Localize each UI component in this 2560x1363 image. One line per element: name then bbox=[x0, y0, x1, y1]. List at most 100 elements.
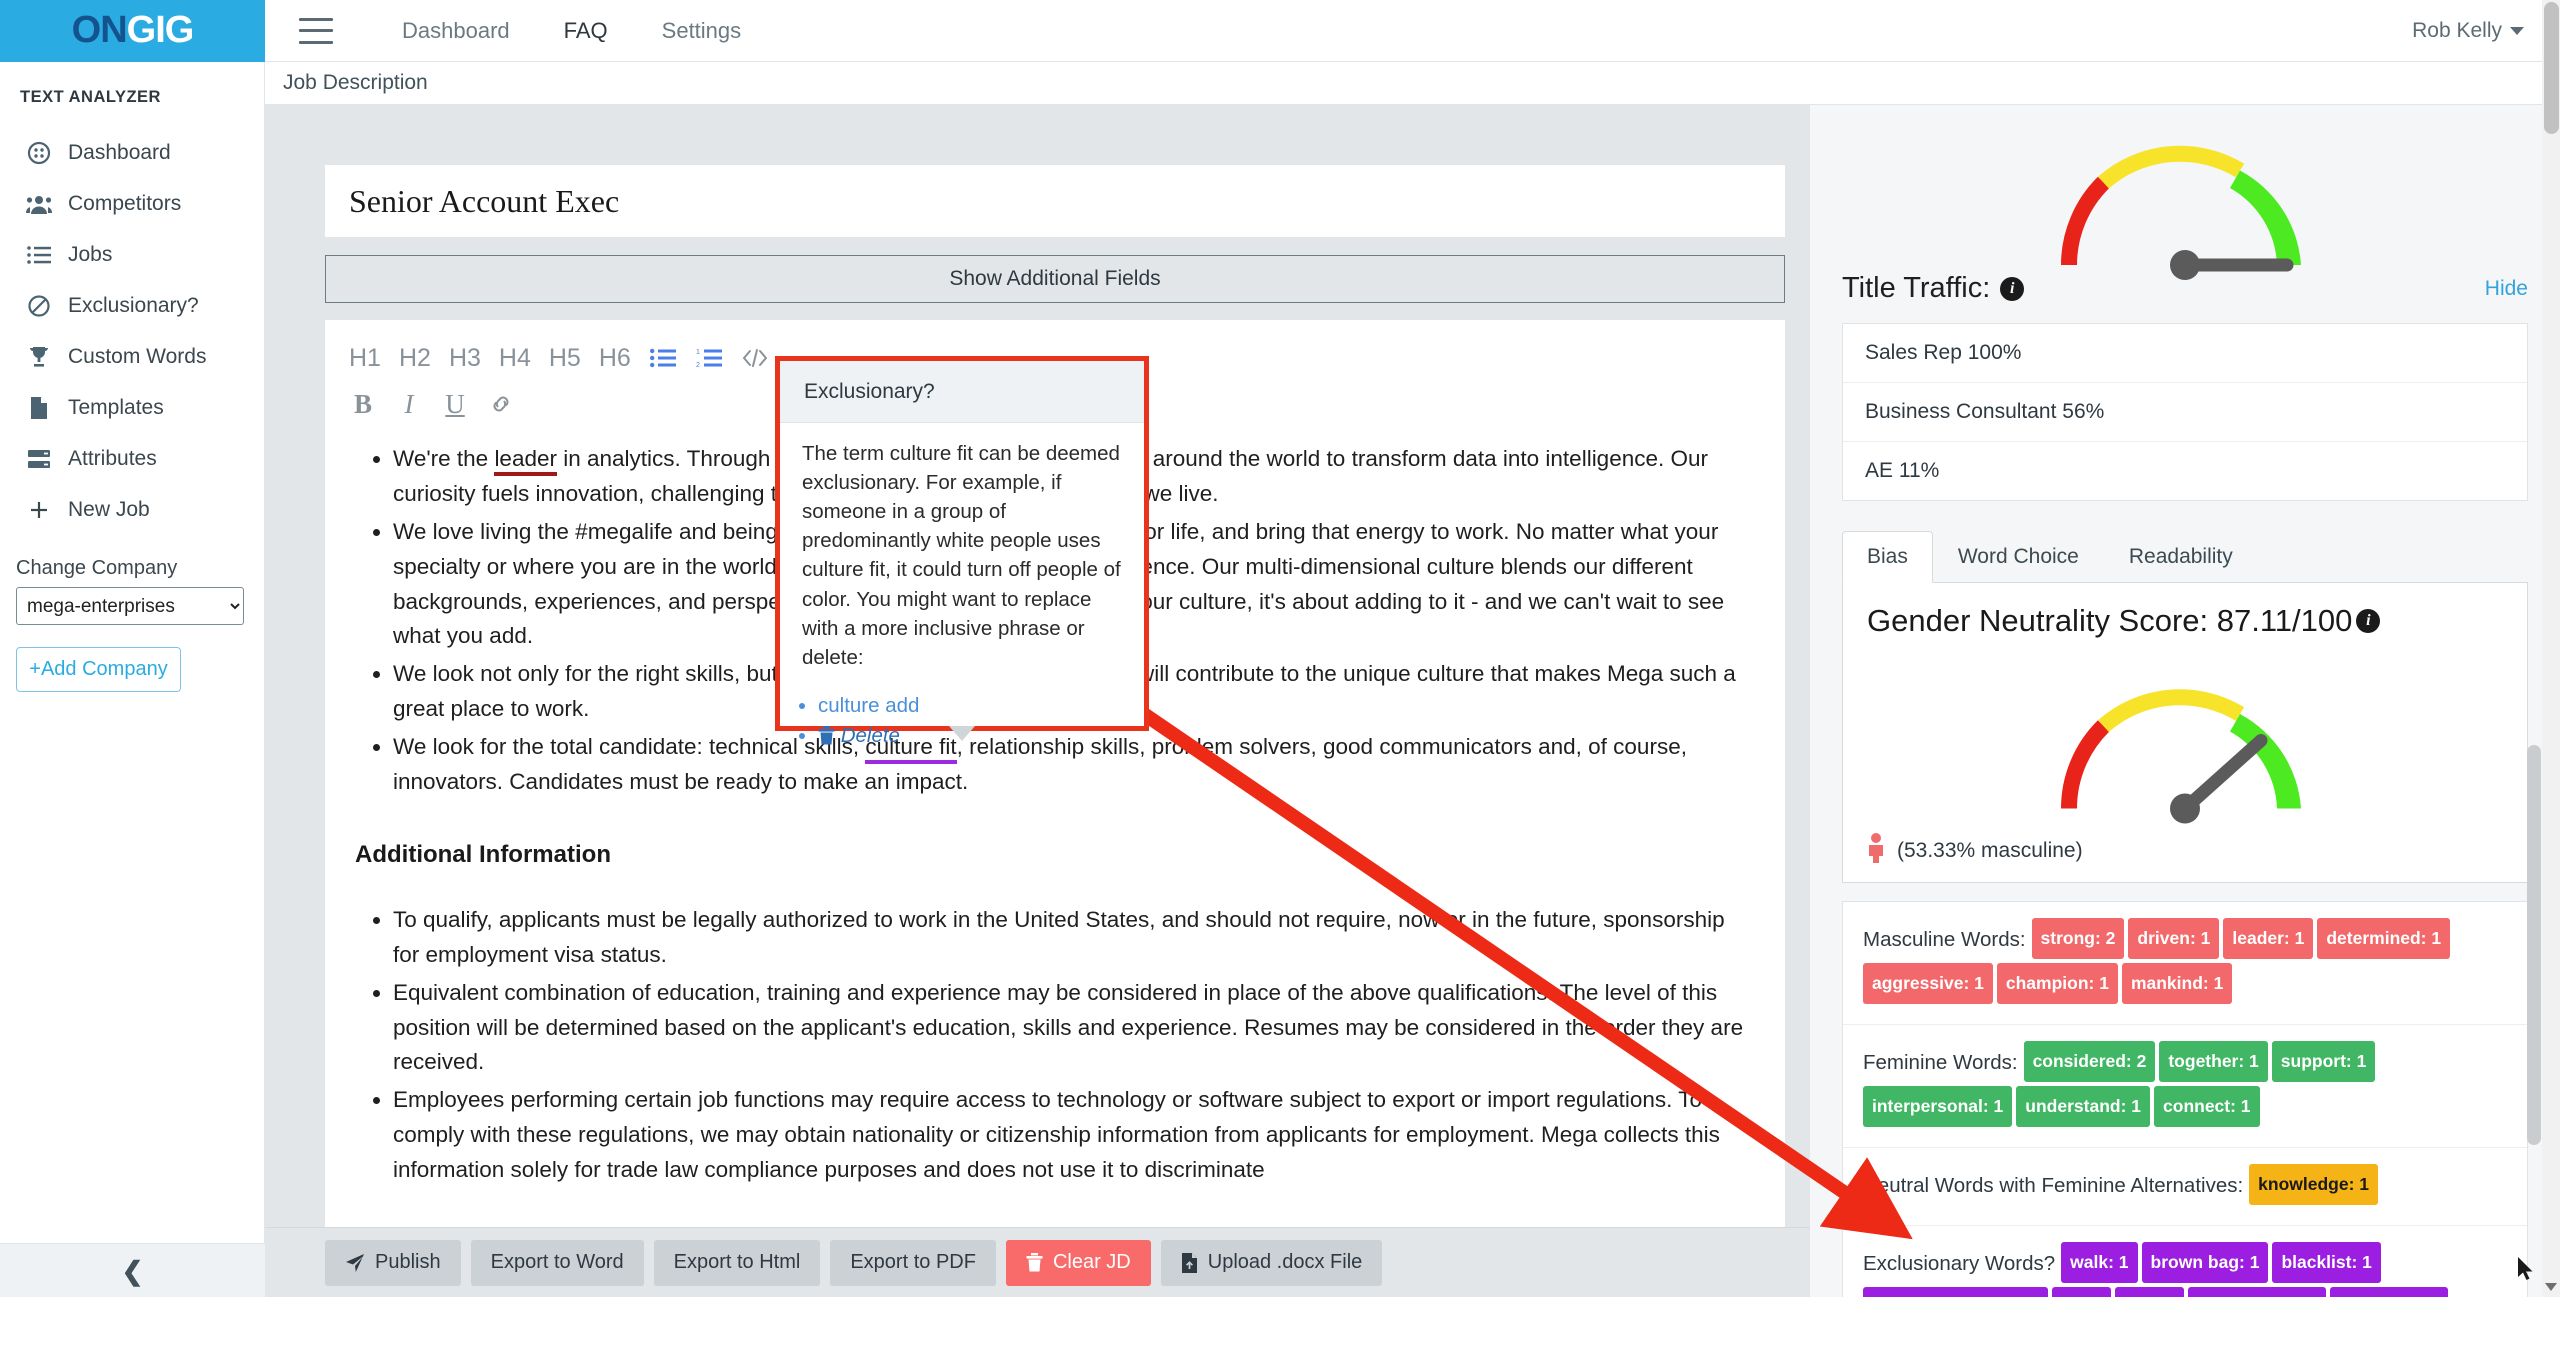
numbered-list-icon[interactable]: 12 bbox=[689, 338, 729, 378]
publish-label: Publish bbox=[375, 1251, 441, 1273]
page-scrollbar[interactable] bbox=[2542, 0, 2560, 1297]
show-additional-fields-button[interactable]: Show Additional Fields bbox=[325, 255, 1785, 303]
topnav-item-faq[interactable]: FAQ bbox=[537, 18, 635, 44]
word-chip[interactable]: considered: 2 bbox=[2023, 1041, 2156, 1082]
bullet-list-icon[interactable] bbox=[643, 338, 683, 378]
list-item[interactable]: AE 11% bbox=[1843, 442, 2527, 500]
word-chip[interactable]: from a top school: 1 bbox=[1863, 1287, 2049, 1297]
word-chip[interactable]: champion: 1 bbox=[1996, 963, 2118, 1004]
list-item: culture add bbox=[818, 694, 1144, 718]
trophy-icon bbox=[26, 344, 52, 370]
chevron-left-icon: ❮ bbox=[121, 1255, 144, 1286]
scroll-down-arrow-icon[interactable] bbox=[2545, 1283, 2557, 1291]
bold-icon[interactable]: B bbox=[343, 384, 383, 424]
info-icon[interactable]: i bbox=[2356, 609, 2381, 633]
word-chip[interactable]: brown bag: 1 bbox=[2141, 1242, 2269, 1283]
hamburger-menu-icon[interactable] bbox=[299, 17, 333, 44]
word-chip[interactable]: determined: 1 bbox=[2317, 918, 2451, 959]
word-chip[interactable]: driven: 1 bbox=[2128, 918, 2220, 959]
heading-h3-button[interactable]: H3 bbox=[443, 338, 487, 378]
page-scrollbar-thumb[interactable] bbox=[2544, 2, 2559, 134]
panel-scrollbar-thumb[interactable] bbox=[2527, 745, 2541, 1145]
upload-docx-button[interactable]: Upload .docx File bbox=[1160, 1239, 1383, 1286]
clear-jd-label: Clear JD bbox=[1052, 1251, 1131, 1273]
word-chip[interactable]: she: 1 bbox=[2115, 1287, 2184, 1297]
export-to-pdf-button[interactable]: Export to PDF bbox=[830, 1239, 996, 1286]
heading-h1-button[interactable]: H1 bbox=[343, 338, 387, 378]
link-icon[interactable] bbox=[481, 384, 521, 424]
word-chip[interactable]: he: 1 bbox=[2052, 1287, 2112, 1297]
underline-icon[interactable]: U bbox=[435, 384, 475, 424]
heading-h4-button[interactable]: H4 bbox=[493, 338, 537, 378]
heading-h5-button[interactable]: H5 bbox=[543, 338, 587, 378]
plus-icon bbox=[26, 497, 52, 523]
clear-jd-button[interactable]: Clear JD bbox=[1005, 1239, 1151, 1286]
company-select[interactable]: mega-enterprises bbox=[16, 587, 244, 625]
export-to-word-button[interactable]: Export to Word bbox=[470, 1239, 644, 1286]
tab-bias[interactable]: Bias bbox=[1842, 531, 1933, 583]
heading-h2-button[interactable]: H2 bbox=[393, 338, 437, 378]
sidebar-item-templates[interactable]: Templates bbox=[0, 382, 264, 433]
word-chip[interactable]: culture fit: 1 bbox=[2330, 1287, 2449, 1297]
sidebar-item-exclusionary[interactable]: Exclusionary? bbox=[0, 280, 264, 331]
publish-button[interactable]: Publish bbox=[325, 1239, 461, 1286]
italic-icon[interactable]: I bbox=[389, 384, 429, 424]
word-chip[interactable]: blacklist: 1 bbox=[2272, 1242, 2381, 1283]
chevron-down-icon bbox=[2510, 26, 2524, 35]
jd-text: Equivalent combination of education, tra… bbox=[393, 979, 1744, 1075]
sidebar-item-jobs[interactable]: Jobs bbox=[0, 229, 264, 280]
trash-icon[interactable] bbox=[818, 724, 835, 747]
sidebar-item-label: Exclusionary? bbox=[68, 293, 199, 317]
sidebar: TEXT ANALYZER Dashboard Competitors Jobs… bbox=[0, 62, 265, 1297]
topnav-item-dashboard[interactable]: Dashboard bbox=[375, 18, 537, 44]
list-item: To qualify, applicants must be legally a… bbox=[393, 903, 1755, 973]
word-chip[interactable]: understand: 1 bbox=[2016, 1086, 2151, 1127]
word-chip[interactable]: walk: 1 bbox=[2061, 1242, 2138, 1283]
bias-tab-panel: Gender Neutrality Score: 87.11/100 i (53… bbox=[1842, 583, 2528, 883]
word-chip[interactable]: connect: 1 bbox=[2154, 1086, 2260, 1127]
job-title-field[interactable]: Senior Account Exec bbox=[325, 165, 1785, 237]
masculine-percentage-row: (53.33% masculine) bbox=[1867, 833, 2503, 882]
list-item[interactable]: Business Consultant 56% bbox=[1843, 383, 2527, 442]
flagged-word-leader[interactable]: leader bbox=[494, 446, 557, 476]
add-company-button[interactable]: +Add Company bbox=[16, 647, 181, 692]
word-chip[interactable]: support: 1 bbox=[2271, 1041, 2376, 1082]
word-chip[interactable]: interpersonal: 1 bbox=[1863, 1086, 2013, 1127]
word-chip[interactable]: quarterback: 1 bbox=[2187, 1287, 2327, 1297]
word-chip[interactable]: mankind: 1 bbox=[2121, 963, 2233, 1004]
sidebar-collapse-button[interactable]: ❮ bbox=[0, 1243, 265, 1297]
word-chip[interactable]: leader: 1 bbox=[2223, 918, 2314, 959]
popup-body-text: The term culture fit can be deemed exclu… bbox=[802, 442, 1121, 669]
sidebar-item-label: New Job bbox=[68, 497, 150, 521]
popup-suggestion-link[interactable]: culture add bbox=[818, 694, 919, 717]
masculine-words-row: Masculine Words: strong: 2 driven: 1 leader… bbox=[1843, 902, 2527, 1025]
title-traffic-label: Title Traffic: i bbox=[1842, 272, 2025, 305]
code-icon[interactable] bbox=[735, 338, 775, 378]
change-company-label: Change Company bbox=[16, 557, 178, 579]
popup-delete-link[interactable]: Delete bbox=[841, 724, 900, 747]
brand-on: ON bbox=[71, 9, 128, 51]
app-root: ONGIG Dashboard FAQ Settings Rob Kelly T… bbox=[0, 0, 2560, 1363]
sidebar-item-new-job[interactable]: New Job bbox=[0, 484, 264, 535]
sidebar-item-attributes[interactable]: Attributes bbox=[0, 433, 264, 484]
list-item[interactable]: Sales Rep 100% bbox=[1843, 324, 2527, 383]
word-chip[interactable]: together: 1 bbox=[2159, 1041, 2268, 1082]
sidebar-item-competitors[interactable]: Competitors bbox=[0, 178, 264, 229]
sidebar-item-dashboard[interactable]: Dashboard bbox=[0, 127, 264, 178]
sidebar-item-custom-words[interactable]: Custom Words bbox=[0, 331, 264, 382]
hide-link[interactable]: Hide bbox=[2485, 277, 2528, 301]
heading-h6-button[interactable]: H6 bbox=[593, 338, 637, 378]
export-to-html-button[interactable]: Export to Html bbox=[653, 1239, 821, 1286]
user-menu[interactable]: Rob Kelly bbox=[2412, 19, 2524, 43]
job-title-text: Senior Account Exec bbox=[349, 182, 620, 219]
ongig-logo[interactable]: ONGIG bbox=[0, 0, 265, 62]
word-chip[interactable]: knowledge: 1 bbox=[2249, 1164, 2379, 1205]
gender-neutrality-score: Gender Neutrality Score: 87.11/100 i bbox=[1867, 603, 2503, 639]
info-icon[interactable]: i bbox=[2000, 276, 2025, 301]
tab-word-choice[interactable]: Word Choice bbox=[1933, 531, 2104, 583]
topnav-item-settings[interactable]: Settings bbox=[635, 18, 769, 44]
tab-readability[interactable]: Readability bbox=[2104, 531, 2258, 583]
brand-gig: GIG bbox=[126, 9, 195, 51]
word-chip[interactable]: aggressive: 1 bbox=[1863, 963, 1993, 1004]
word-chip[interactable]: strong: 2 bbox=[2031, 918, 2125, 959]
